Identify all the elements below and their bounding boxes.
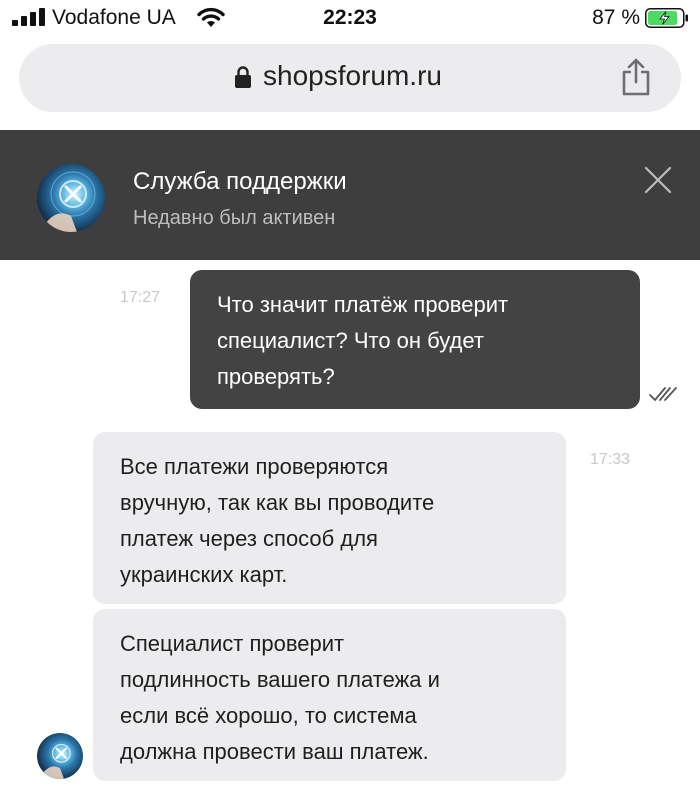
battery-percent: 87 %: [592, 6, 640, 29]
close-icon[interactable]: [644, 166, 672, 194]
incoming-message[interactable]: Все платежи проверяются вручную, так как…: [93, 432, 566, 604]
chat-header: Служба поддержки Недавно был активен: [0, 130, 700, 260]
lock-icon: [235, 66, 251, 88]
message-line: проверять?: [217, 364, 335, 389]
incoming-message[interactable]: Специалист проверит подлинность вашего п…: [93, 609, 566, 781]
address-bar[interactable]: shopsforum.ru: [19, 44, 681, 112]
double-check-icon: [649, 387, 677, 401]
battery-icon: [645, 8, 688, 28]
message-line: должна провести ваш платеж.: [120, 739, 429, 764]
status-bar: Vodafone UA 22:23 87 %: [0, 0, 700, 40]
url-text[interactable]: shopsforum.ru: [263, 60, 442, 92]
message-line: если всё хорошо, то система: [120, 703, 417, 728]
message-time: 17:33: [590, 451, 631, 468]
message-line: вручную, так как вы проводите: [120, 490, 435, 515]
message-line: платеж через способ для: [120, 526, 378, 551]
message-line: специалист? Что он будет: [217, 328, 484, 353]
message-line: Специалист проверит: [120, 631, 345, 656]
share-icon[interactable]: [621, 58, 651, 96]
chat-status: Недавно был активен: [133, 207, 336, 229]
message-line: Все платежи проверяются: [120, 454, 389, 479]
message-line: украинских карт.: [120, 562, 288, 587]
avatar: [37, 164, 105, 232]
outgoing-message[interactable]: Что значит платёж проверит специалист? Ч…: [190, 270, 640, 409]
sender-avatar: [37, 733, 83, 779]
message-line: подлинность вашего платежа и: [120, 667, 440, 692]
chat-title: Служба поддержки: [133, 168, 347, 195]
message-time: 17:27: [120, 289, 161, 306]
message-line: Что значит платёж проверит: [217, 292, 509, 317]
